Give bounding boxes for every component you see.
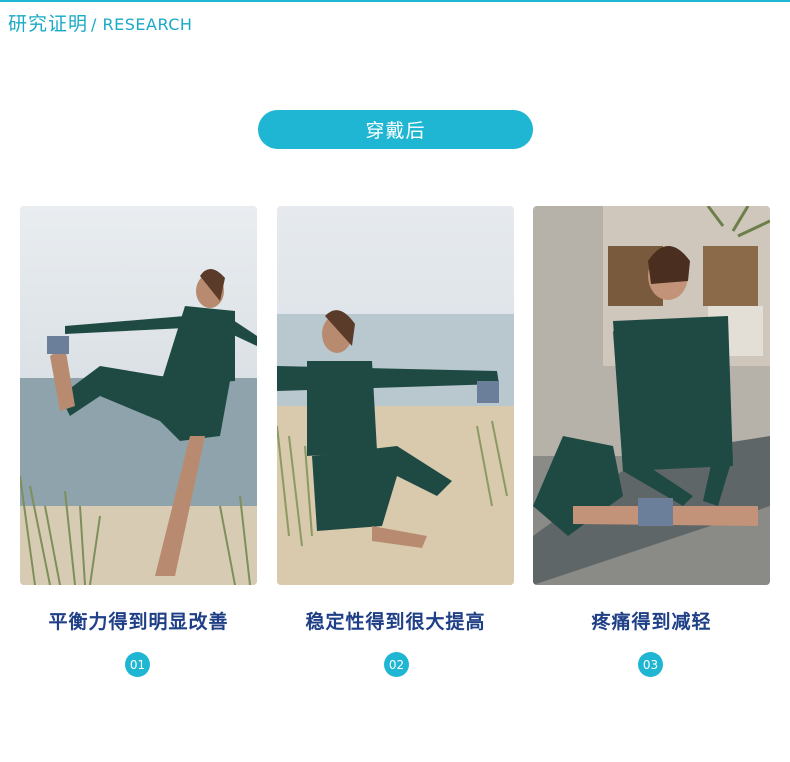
section-title-en: / RESEARCH [91,15,192,34]
after-wearing-banner: 穿戴后 [258,110,533,149]
top-accent-line [0,0,790,2]
section-header: 研究证明 / RESEARCH [8,9,192,36]
photo-stretch-sand [277,206,514,585]
caption-pain-relief: 疼痛得到减轻 [591,611,712,633]
number-badge-03: 03 [638,652,663,677]
caption-balance: 平衡力得到明显改善 [48,611,229,633]
title-en-text: RESEARCH [102,15,193,34]
number-badge-01: 01 [125,652,150,677]
caption-stability: 稳定性得到很大提高 [305,611,486,633]
title-separator: / [91,15,97,34]
section-title-cn: 研究证明 [8,13,89,35]
photo-balance-pose [20,206,257,585]
number-badge-02: 02 [384,652,409,677]
photo-yoga-indoor [533,206,770,585]
banner-label: 穿戴后 [365,120,426,142]
